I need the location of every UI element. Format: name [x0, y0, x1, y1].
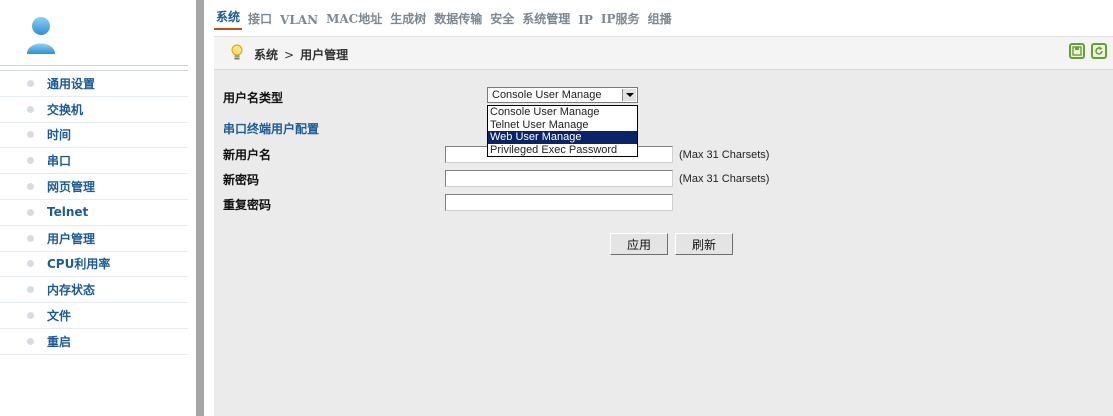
sidebar-item-label: 重启	[47, 334, 72, 349]
user-avatar-icon	[27, 17, 55, 54]
sidebar-item-label: 交换机	[47, 102, 84, 117]
sidebar-item-web-management[interactable]: 网页管理	[0, 174, 188, 200]
apply-button[interactable]: 应用	[610, 233, 668, 255]
bullet-icon	[27, 208, 34, 216]
sidebar-item-label: CPU利用率	[47, 257, 111, 272]
bullet-icon	[27, 105, 34, 113]
sidebar: 通用设置 交换机 时间 串口 网页管理 Telnet 用户管理 CPU利用率 内…	[0, 0, 190, 416]
refresh-icon[interactable]	[1091, 43, 1107, 59]
bullet-icon	[27, 131, 34, 139]
tab-multicast[interactable]: 组播	[646, 10, 674, 30]
new-username-label: 新用户名	[223, 148, 272, 162]
username-type-select[interactable]: Console User Manage	[487, 87, 638, 103]
sidebar-item-label: 文件	[47, 309, 72, 324]
tab-system[interactable]: 系统	[214, 8, 243, 30]
tab-spanning-tree[interactable]: 生成树	[388, 10, 428, 30]
username-type-label: 用户名类型	[223, 91, 284, 105]
save-icon[interactable]	[1069, 43, 1085, 59]
new-password-hint: (Max 31 Charsets)	[679, 173, 770, 185]
tab-system-management[interactable]: 系统管理	[520, 10, 572, 30]
sidebar-item-label: 内存状态	[47, 283, 96, 298]
new-password-label: 新密码	[223, 173, 260, 187]
sidebar-menu: 通用设置 交换机 时间 串口 网页管理 Telnet 用户管理 CPU利用率 内…	[0, 70, 188, 355]
bullet-icon	[27, 79, 34, 87]
breadcrumb-root: 系统	[254, 48, 279, 62]
sidebar-item-time[interactable]: 时间	[0, 123, 188, 149]
chevron-down-icon[interactable]	[622, 89, 636, 101]
breadcrumb-bar: 系统 > 用户管理	[214, 36, 1113, 70]
option-privileged-exec-password[interactable]: Privileged Exec Password	[488, 144, 637, 157]
username-type-selected-value: Console User Manage	[492, 89, 602, 101]
breadcrumb: 系统 > 用户管理	[254, 46, 348, 63]
repeat-password-input[interactable]	[445, 194, 673, 211]
serial-user-config-title: 串口终端用户配置	[223, 122, 320, 136]
tab-ip-services[interactable]: IP服务	[599, 10, 642, 30]
option-web-user-manage[interactable]: Web User Manage	[488, 131, 637, 144]
sidebar-item-general-settings[interactable]: 通用设置	[0, 71, 188, 97]
tab-data-transfer[interactable]: 数据传输	[432, 10, 484, 30]
username-type-dropdown: Console User Manage Telnet User Manage W…	[487, 105, 638, 157]
user-management-form: 用户名类型 Console User Manage 串口终端用户配置 新用户名 …	[214, 70, 1113, 416]
tab-security[interactable]: 安全	[488, 10, 516, 30]
sidebar-item-label: 通用设置	[47, 76, 96, 91]
option-console-user-manage[interactable]: Console User Manage	[488, 106, 637, 119]
sidebar-item-label: 串口	[47, 154, 72, 169]
bullet-icon	[27, 312, 34, 320]
sidebar-item-label: 时间	[47, 128, 72, 143]
option-telnet-user-manage[interactable]: Telnet User Manage	[488, 119, 637, 132]
sidebar-item-label: Telnet	[47, 205, 89, 220]
tab-ip[interactable]: IP	[576, 13, 595, 30]
frame-divider[interactable]	[196, 0, 204, 416]
bullet-icon	[27, 337, 34, 345]
sidebar-item-cpu-usage[interactable]: CPU利用率	[0, 252, 188, 278]
tab-vlan[interactable]: VLAN	[278, 13, 320, 30]
user-avatar-panel	[0, 10, 188, 66]
bullet-icon	[27, 157, 34, 165]
bullet-icon	[27, 183, 34, 191]
breadcrumb-current: 用户管理	[300, 48, 349, 62]
sidebar-item-memory-status[interactable]: 内存状态	[0, 277, 188, 304]
tab-mac-address[interactable]: MAC地址	[324, 10, 384, 30]
breadcrumb-separator: >	[284, 48, 295, 62]
repeat-password-label: 重复密码	[223, 198, 272, 212]
new-password-input[interactable]	[445, 170, 673, 187]
sidebar-item-serial-port[interactable]: 串口	[0, 148, 188, 175]
sidebar-item-label: 网页管理	[47, 180, 96, 195]
bullet-icon	[27, 234, 34, 242]
sidebar-item-switch[interactable]: 交换机	[0, 97, 188, 123]
sidebar-item-telnet[interactable]: Telnet	[0, 200, 188, 226]
sidebar-item-label: 用户管理	[47, 231, 96, 246]
new-username-hint: (Max 31 Charsets)	[679, 149, 770, 161]
refresh-button[interactable]: 刷新	[675, 233, 733, 255]
bullet-icon	[27, 286, 34, 294]
tab-interface[interactable]: 接口	[246, 10, 274, 30]
sidebar-item-file[interactable]: 文件	[0, 303, 188, 329]
lightbulb-icon	[231, 44, 243, 60]
bullet-icon	[27, 260, 34, 268]
sidebar-item-reboot[interactable]: 重启	[0, 329, 188, 355]
top-tab-bar: 系统 接口 VLAN MAC地址 生成树 数据传输 安全 系统管理 IP IP服…	[214, 10, 678, 30]
sidebar-item-user-management[interactable]: 用户管理	[0, 226, 188, 252]
